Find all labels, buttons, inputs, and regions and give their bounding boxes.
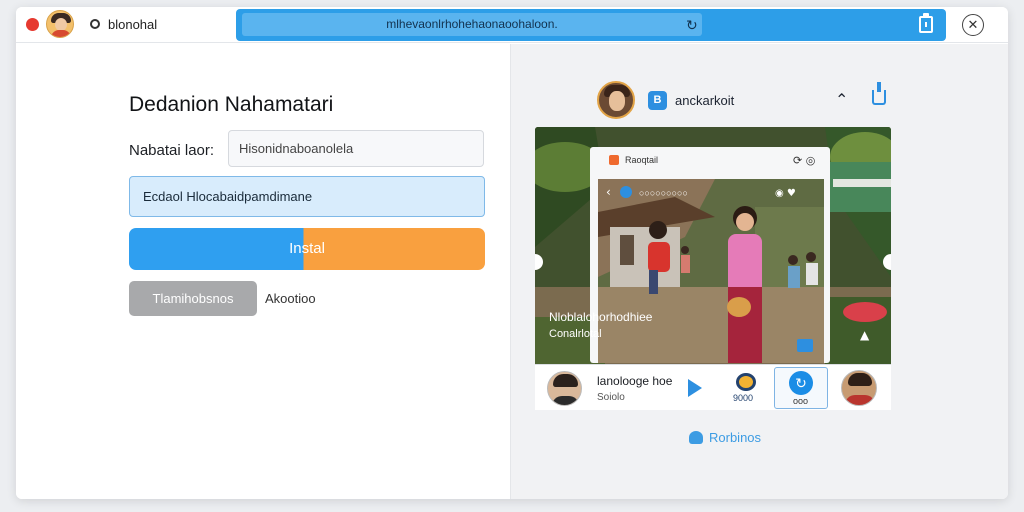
profile-avatar[interactable] (597, 81, 635, 119)
app-name: blonohal (108, 17, 158, 32)
brand-name: anckarkoit (675, 93, 735, 108)
brand-icon: B (648, 91, 667, 110)
gallery-icon[interactable] (797, 339, 813, 352)
reload-icon[interactable]: ⟳ ◎ (793, 154, 815, 167)
preview-panel: B anckarkoit ⌃ Raoqtail ⟳ ◎ ‹ ○○○○○○○○○ … (510, 44, 1008, 499)
secondary-link[interactable]: Akootioo (265, 291, 316, 306)
media-item-selected[interactable]: ↻ ooo (774, 367, 828, 409)
address-bar: mlhevaonlrhohehaonaoohaloon. ↻ (236, 9, 946, 41)
media-bar: lanolooge hoe Soiolo 9000 ↻ ooo (535, 364, 891, 410)
page-title: Dedanion Nahamatari (129, 93, 334, 116)
media-title: lanolooge hoe (597, 374, 673, 388)
media-item-selected-label: ooo (793, 396, 809, 406)
install-button[interactable]: Instal (129, 228, 485, 270)
url-field[interactable]: mlhevaonlrhohehaonaoohaloon. ↻ (242, 13, 702, 36)
footer-link[interactable]: Rorbinos (689, 430, 761, 445)
form-panel: Dedanion Nahamatari Nabatai laor: Ecdaol… (16, 44, 510, 499)
caption-line-1: Nloblalohorhodhiee (549, 310, 653, 324)
chevron-left-icon[interactable]: ‹ (606, 185, 611, 199)
inner-avatar (620, 186, 632, 198)
media-item-label: 9000 (733, 393, 754, 403)
select-value: Ecdaol Hlocabaidpamdimane (143, 189, 313, 204)
cloud-icon (689, 431, 703, 444)
close-dot-icon[interactable] (26, 18, 39, 31)
caption-line-2: Conalrlotal (549, 328, 602, 340)
contact-avatar[interactable] (841, 370, 877, 406)
reload-icon[interactable]: ↻ (686, 18, 698, 32)
close-icon[interactable]: ✕ (962, 14, 984, 36)
inner-card-title: Raoqtail (625, 155, 658, 165)
name-input[interactable] (228, 130, 484, 167)
share-icon[interactable] (872, 82, 886, 105)
play-icon[interactable] (688, 379, 702, 397)
author-avatar[interactable] (547, 371, 582, 406)
pin-icon (90, 19, 100, 29)
refresh-icon: ↻ (789, 371, 813, 395)
clipboard-icon[interactable] (919, 13, 933, 33)
secondary-button[interactable]: Tlamihobsnos (129, 281, 257, 316)
app-avatar[interactable] (46, 10, 74, 38)
circle-icon (736, 373, 756, 391)
media-subtitle: Soiolo (597, 392, 625, 403)
like-icon[interactable]: ◉ ♥ (775, 188, 796, 199)
footer-link-label: Rorbinos (709, 430, 762, 445)
url-text: mlhevaonlrhohehaonaoohaloon. (386, 17, 558, 31)
option-select[interactable]: Ecdaol Hlocabaidpamdimane (129, 176, 485, 217)
browser-window: blonohal mlhevaonlrhohehaonaoohaloon. ↻ … (16, 7, 1008, 499)
preview-header: B anckarkoit ⌃ (597, 81, 897, 121)
svg-text:○○○○○○○○○: ○○○○○○○○○ (639, 188, 688, 198)
media-item[interactable]: 9000 (733, 373, 759, 403)
chevron-up-icon[interactable]: ⌃ (835, 90, 848, 110)
app-logo-icon (609, 155, 619, 165)
title-bar: blonohal mlhevaonlrhohehaonaoohaloon. ↻ … (16, 7, 1008, 43)
more-icon[interactable]: ▲ (860, 328, 870, 342)
field-label: Nabatai laor: (129, 142, 215, 159)
